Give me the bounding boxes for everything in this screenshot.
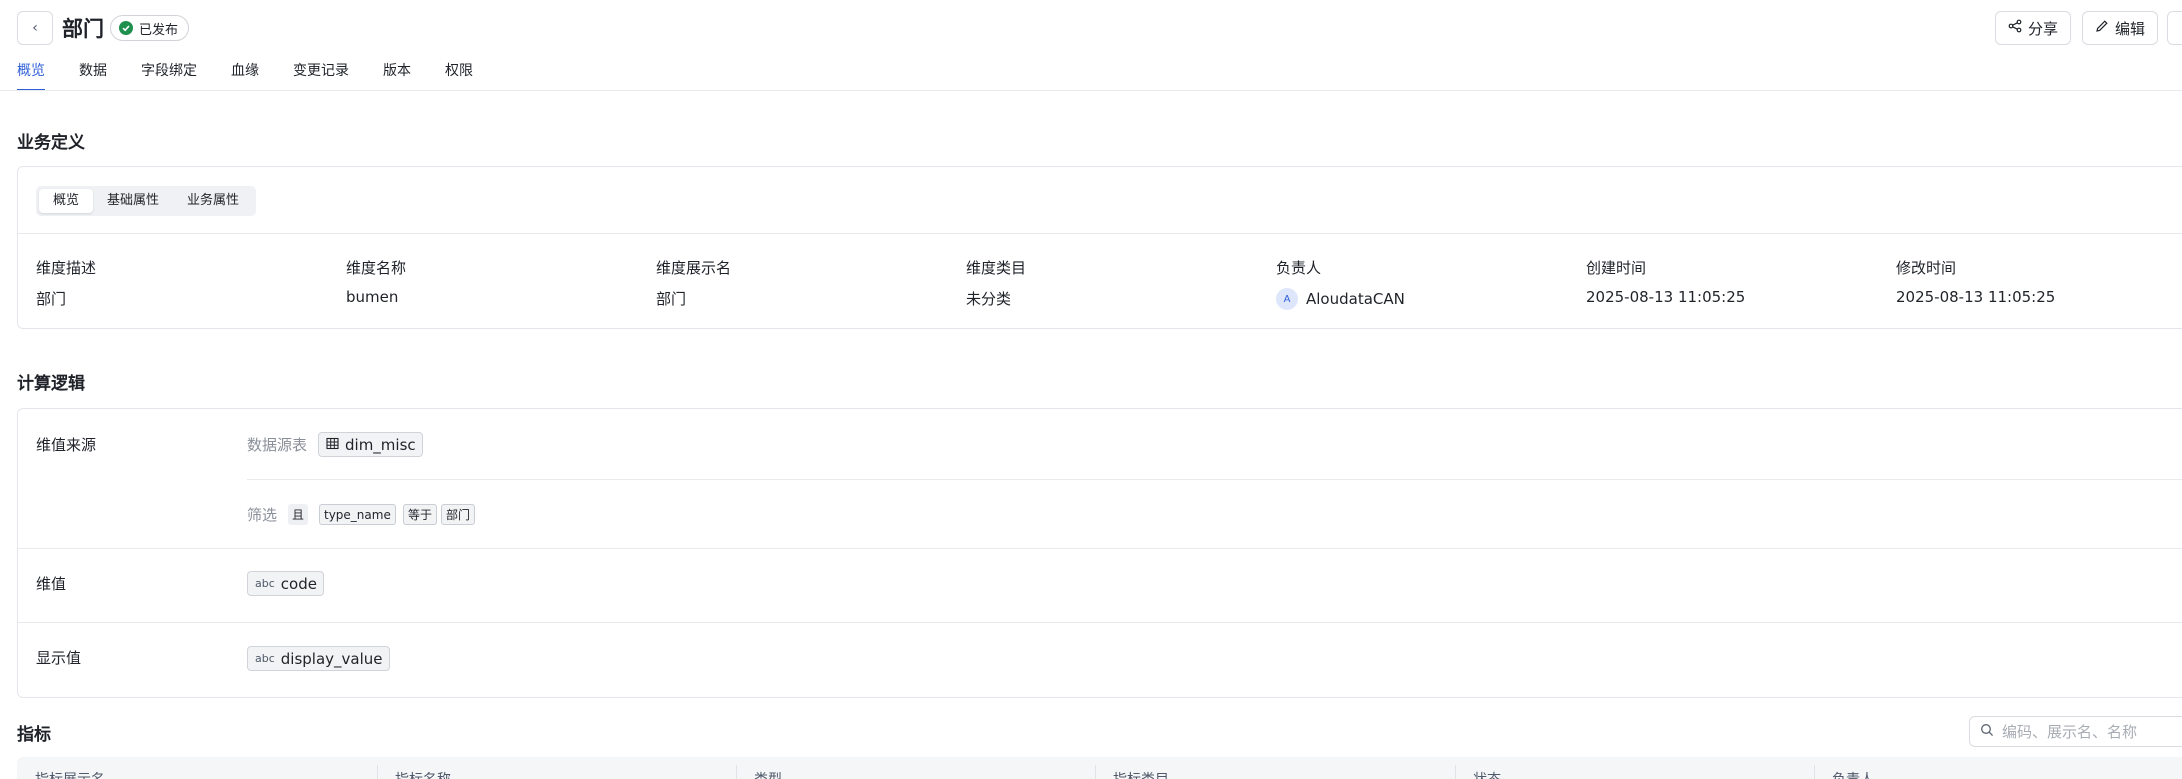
filter-field-tag: type_name [319, 504, 396, 525]
column-header[interactable]: 状态 [1473, 769, 1501, 779]
attr-description: 维度描述 部门 [36, 257, 96, 309]
attr-label: 维度展示名 [656, 259, 732, 277]
attr-label: 修改时间 [1896, 259, 1957, 277]
table-icon [326, 436, 339, 454]
attr-label: 维度名称 [346, 259, 407, 277]
text-type-icon: abc [255, 652, 275, 665]
logic-section-title: 计算逻辑 [17, 374, 85, 394]
more-button[interactable] [2167, 11, 2182, 45]
segment-overview[interactable]: 概览 [39, 189, 94, 213]
pencil-icon [2095, 19, 2109, 37]
metrics-section-title: 指标 [17, 725, 51, 745]
tab-field-binding[interactable]: 字段绑定 [141, 60, 197, 91]
attr-value: 部门 [656, 290, 687, 308]
column-header[interactable]: 类型 [754, 769, 782, 779]
attr-label: 维度类目 [966, 259, 1027, 277]
business-section-title: 业务定义 [17, 133, 85, 153]
filter-operator-tag: 等于 [403, 504, 438, 525]
attr-display-name: 维度展示名 部门 [656, 257, 731, 309]
attribute-segmented-control: 概览 基础属性 业务属性 [36, 186, 257, 216]
column-separator [377, 765, 378, 779]
attr-value: 2025-08-13 11:05:25 [1586, 288, 1746, 306]
row-divider [18, 622, 2182, 623]
attr-value: 2025-08-13 11:05:25 [1896, 288, 2056, 306]
column-separator [1455, 765, 1456, 779]
source-table-name: dim_misc [345, 435, 416, 454]
avatar: A [1276, 288, 1298, 310]
share-label: 分享 [2028, 19, 2059, 38]
display-field-name: display_value [280, 649, 383, 668]
filter-label: 筛选 [247, 506, 278, 524]
column-header[interactable]: 指标展示名 [35, 769, 105, 779]
source-table-chip[interactable]: dim_misc [318, 432, 423, 457]
back-button[interactable]: ‹ [17, 11, 53, 45]
tab-lineage[interactable]: 血缘 [231, 60, 259, 91]
tab-change-log[interactable]: 变更记录 [293, 60, 349, 91]
column-separator [1814, 765, 1815, 779]
search-icon [1980, 723, 1994, 741]
attr-created-time: 创建时间 2025-08-13 11:05:25 [1586, 257, 1745, 306]
column-header[interactable]: 指标名称 [395, 769, 451, 779]
share-icon [2008, 19, 2022, 37]
column-header[interactable]: 负责人 [1832, 769, 1874, 779]
edit-button[interactable]: 编辑 [2082, 11, 2159, 45]
attr-owner: 负责人 A AloudataCAN [1276, 257, 1405, 310]
attr-value: 未分类 [966, 290, 1012, 308]
attr-label: 负责人 [1276, 259, 1322, 277]
tab-permissions[interactable]: 权限 [445, 60, 473, 91]
tab-bar: 概览 数据 字段绑定 血缘 变更记录 版本 权限 [17, 60, 507, 91]
tab-overview[interactable]: 概览 [17, 60, 45, 91]
share-button[interactable]: 分享 [1995, 11, 2072, 45]
column-header[interactable]: 指标类目 [1113, 769, 1169, 779]
search-placeholder: 编码、展示名、名称 [2002, 723, 2138, 741]
attr-value: bumen [346, 288, 399, 306]
display-value-label: 显示值 [36, 649, 82, 667]
attr-value: 部门 [36, 290, 67, 308]
attr-label: 创建时间 [1586, 259, 1647, 277]
filter-value-tag: 部门 [441, 504, 476, 525]
display-field-chip[interactable]: abc display_value [247, 646, 390, 671]
attr-label: 维度描述 [36, 259, 97, 277]
check-circle-icon [119, 21, 133, 35]
status-text: 已发布 [139, 22, 179, 38]
attr-modified-time: 修改时间 2025-08-13 11:05:25 [1896, 257, 2055, 306]
tab-data[interactable]: 数据 [79, 60, 107, 91]
row-divider [247, 479, 2182, 480]
owner-value: A AloudataCAN [1276, 288, 1405, 310]
segment-business-attributes[interactable]: 业务属性 [173, 189, 253, 213]
row-divider [18, 548, 2182, 549]
source-table-label: 数据源表 [247, 436, 308, 454]
segment-basic-attributes[interactable]: 基础属性 [93, 189, 173, 213]
page-header: ‹ 部门 已发布 分享 编辑 [0, 0, 2182, 56]
status-badge: 已发布 [110, 15, 190, 41]
card-divider [18, 233, 2182, 234]
column-separator [1095, 765, 1096, 779]
value-field-chip[interactable]: abc code [247, 571, 324, 596]
tab-versions[interactable]: 版本 [383, 60, 411, 91]
text-type-icon: abc [255, 577, 275, 590]
owner-name[interactable]: AloudataCAN [1306, 290, 1405, 308]
dimension-value-label: 维值 [36, 575, 67, 593]
value-source-label: 维值来源 [36, 436, 97, 454]
attr-name: 维度名称 bumen [346, 257, 406, 306]
tabs-divider [0, 90, 2182, 91]
attr-category: 维度类目 未分类 [966, 257, 1026, 309]
edit-label: 编辑 [2115, 19, 2146, 38]
metrics-table-header: 指标展示名 指标名称 类型 指标类目 状态 负责人 [17, 757, 2182, 779]
metrics-search-input[interactable]: 编码、展示名、名称 [1969, 716, 2182, 747]
chevron-left-icon: ‹ [32, 20, 38, 36]
page-title: 部门 [62, 17, 104, 41]
business-card: 概览 基础属性 业务属性 维度描述 部门 维度名称 bumen 维度展示名 部门… [17, 166, 2182, 329]
value-field-name: code [280, 574, 317, 593]
logic-card: 维值来源 数据源表 dim_misc 筛选 且 type_name 等于 部门 … [17, 408, 2182, 698]
column-separator [736, 765, 737, 779]
filter-conjunction-tag: 且 [288, 504, 309, 525]
